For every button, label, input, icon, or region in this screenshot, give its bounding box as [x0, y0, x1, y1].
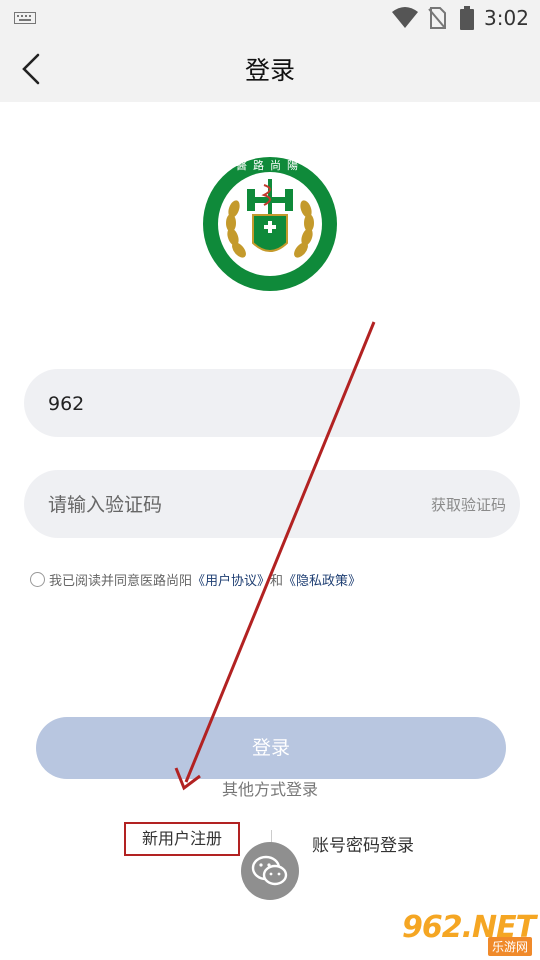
agreement-conjunction: 和: [270, 574, 284, 589]
login-button[interactable]: 登录: [36, 717, 506, 779]
agreement-row: 我已阅读并同意医路尚阳 《用户协议》 和 《隐私政策》: [30, 570, 361, 589]
wifi-icon: [392, 7, 418, 28]
agreement-radio[interactable]: [30, 572, 45, 587]
phone-field: [24, 369, 520, 439]
logo-top-text: 醫路尚陽: [236, 158, 304, 172]
watermark-sub: 乐游网: [487, 937, 532, 956]
status-time: 3:02: [484, 6, 529, 30]
verification-code-input[interactable]: [46, 470, 410, 540]
no-sim-icon: [428, 7, 446, 29]
watermark: 962.NET 乐游网: [400, 910, 536, 956]
wechat-login-button[interactable]: [241, 842, 299, 900]
battery-icon: [460, 6, 474, 30]
page-title: 登录: [244, 56, 295, 85]
logo-emblem: SUNSHINE HEALTH GUARD 醫路尚陽: [201, 155, 337, 291]
agreement-prefix: 我已阅读并同意医路尚阳: [49, 574, 193, 589]
status-bar: 3:02: [0, 0, 540, 36]
password-login-button[interactable]: 账号密码登录: [312, 831, 414, 856]
app-header: 登录: [0, 36, 540, 102]
wechat-icon: [251, 855, 288, 886]
verification-code-field: 获取验证码: [24, 470, 520, 540]
get-code-button[interactable]: 获取验证码: [431, 494, 506, 515]
keyboard-icon: [14, 12, 36, 24]
privacy-policy-link[interactable]: 《隐私政策》: [283, 570, 361, 589]
phone-input[interactable]: [46, 369, 410, 439]
register-button[interactable]: 新用户注册: [124, 822, 240, 856]
user-agreement-link[interactable]: 《用户协议》: [192, 570, 270, 589]
other-login-methods-label: 其他方式登录: [221, 780, 318, 799]
